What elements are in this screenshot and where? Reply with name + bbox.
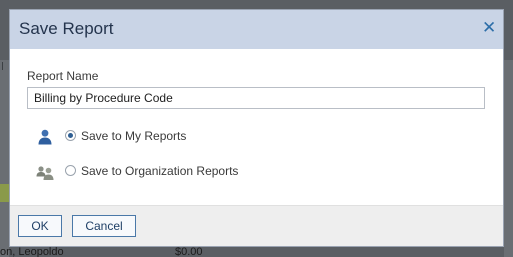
background-divider [2, 62, 3, 70]
single-user-icon [38, 129, 52, 145]
ok-button[interactable]: OK [18, 215, 62, 237]
report-name-input[interactable] [27, 87, 485, 109]
dialog-title: Save Report [19, 19, 114, 38]
background-row-name: on, Leopoldo [0, 246, 64, 257]
radio-organization-reports[interactable] [65, 165, 76, 176]
save-report-dialog: Save Report ✕ Report Name Save to My Rep… [9, 9, 504, 247]
dialog-header: Save Report ✕ [10, 10, 503, 49]
background-panel-left [0, 60, 9, 257]
close-icon[interactable]: ✕ [482, 19, 496, 37]
option-organization-reports-label: Save to Organization Reports [81, 164, 239, 178]
background-highlight [0, 184, 9, 202]
report-name-label: Report Name [27, 69, 99, 83]
dialog-footer: OK Cancel [10, 205, 503, 246]
radio-my-reports[interactable] [65, 130, 76, 141]
cancel-button[interactable]: Cancel [72, 215, 136, 237]
background-panel-right [504, 60, 513, 257]
option-my-reports-label: Save to My Reports [81, 129, 187, 143]
group-users-icon [36, 166, 54, 180]
background-row-amount: $0.00 [175, 246, 203, 257]
